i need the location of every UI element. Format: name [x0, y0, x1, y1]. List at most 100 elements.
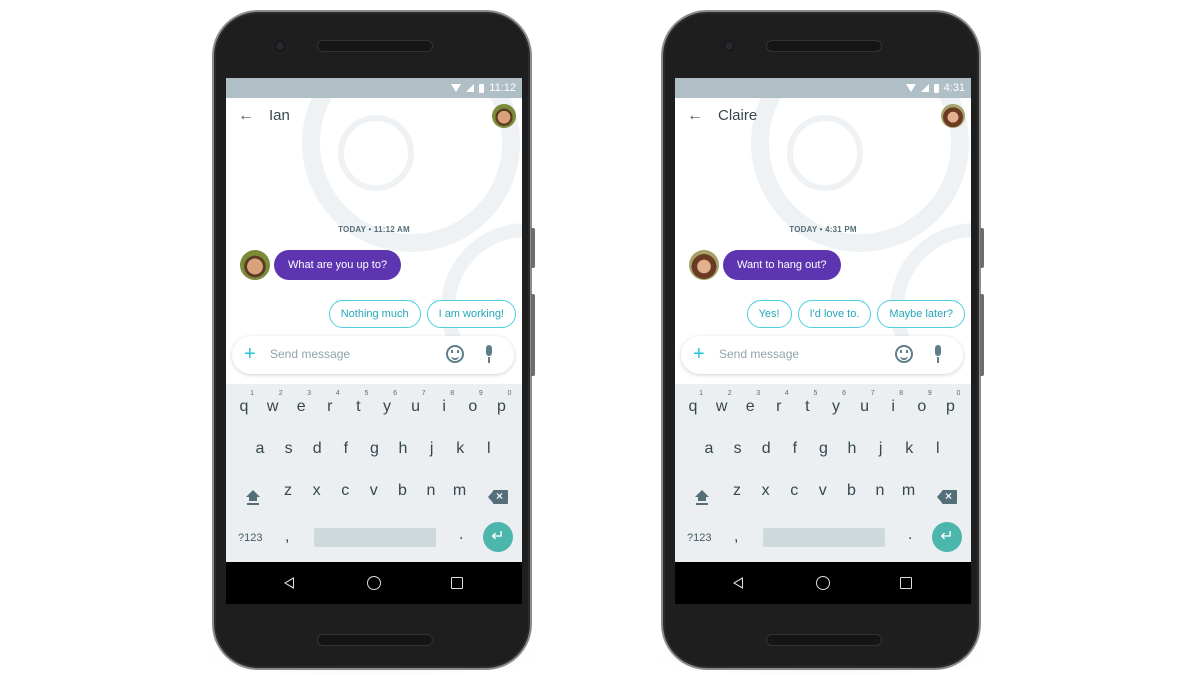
symbols-key[interactable]: ?123 — [687, 532, 711, 544]
navigation-bar — [675, 562, 971, 604]
key[interactable]: d — [304, 440, 330, 458]
key[interactable]: e3 — [737, 390, 763, 416]
key[interactable]: y6 — [823, 390, 849, 416]
key[interactable]: f — [782, 440, 808, 458]
key[interactable]: x — [304, 482, 330, 500]
key[interactable]: w2 — [260, 390, 286, 416]
key[interactable]: g — [361, 440, 387, 458]
key[interactable]: g — [810, 440, 836, 458]
key[interactable]: z — [275, 482, 301, 500]
power-button[interactable] — [980, 228, 984, 268]
key[interactable]: c — [332, 482, 358, 500]
smart-reply-chip[interactable]: Nothing much — [328, 300, 421, 328]
key-number-hint: 0 — [956, 390, 961, 397]
key[interactable]: l — [925, 440, 951, 458]
phone-body: 4:31 ← Claire TODAY • 4:31 PM Want to ha… — [661, 10, 984, 670]
key[interactable]: f — [333, 440, 359, 458]
nav-back-icon[interactable] — [284, 577, 294, 589]
key[interactable]: v — [361, 482, 387, 500]
front-camera — [725, 42, 733, 50]
key[interactable]: n — [418, 482, 444, 500]
key[interactable]: o9 — [460, 390, 486, 416]
key[interactable]: l — [476, 440, 502, 458]
space-key[interactable] — [314, 528, 436, 547]
key[interactable]: z — [724, 482, 750, 500]
key[interactable]: s — [276, 440, 302, 458]
smart-reply-chip[interactable]: Maybe later? — [877, 300, 965, 328]
key[interactable]: r4 — [317, 390, 343, 416]
key[interactable]: i8 — [431, 390, 457, 416]
key[interactable]: d — [753, 440, 779, 458]
key[interactable]: b — [389, 482, 415, 500]
key[interactable]: y6 — [374, 390, 400, 416]
key[interactable]: q1 — [680, 390, 706, 416]
volume-button[interactable] — [531, 294, 535, 376]
comma-key[interactable]: , — [285, 528, 289, 546]
microphone-icon[interactable] — [933, 345, 943, 365]
key[interactable]: b — [838, 482, 864, 500]
nav-recents-icon[interactable] — [451, 577, 463, 589]
nav-recents-icon[interactable] — [900, 577, 912, 589]
enter-key-icon[interactable]: ↵ — [932, 522, 962, 552]
key[interactable]: c — [781, 482, 807, 500]
key[interactable]: o9 — [909, 390, 935, 416]
message-input[interactable]: Send message — [719, 347, 799, 361]
backspace-key-icon[interactable]: × — [937, 489, 957, 504]
shift-key-icon[interactable] — [695, 490, 709, 505]
add-attachment-icon[interactable]: + — [244, 344, 256, 364]
key[interactable]: m — [896, 482, 922, 500]
key[interactable]: n — [867, 482, 893, 500]
emoji-icon[interactable] — [446, 345, 464, 363]
key[interactable]: t5 — [345, 390, 371, 416]
back-arrow-icon[interactable]: ← — [687, 106, 707, 126]
contact-avatar[interactable] — [492, 104, 516, 128]
back-arrow-icon[interactable]: ← — [238, 106, 258, 126]
key[interactable]: x — [753, 482, 779, 500]
key[interactable]: r4 — [766, 390, 792, 416]
period-key[interactable]: . — [459, 526, 463, 544]
comma-key[interactable]: , — [734, 528, 738, 546]
period-key[interactable]: . — [908, 526, 912, 544]
key[interactable]: h — [390, 440, 416, 458]
emoji-icon[interactable] — [895, 345, 913, 363]
volume-button[interactable] — [980, 294, 984, 376]
shift-key-icon[interactable] — [246, 490, 260, 505]
key[interactable]: v — [810, 482, 836, 500]
smart-reply-chip[interactable]: I am working! — [426, 300, 516, 328]
microphone-icon[interactable] — [484, 345, 494, 365]
nav-back-icon[interactable] — [733, 577, 743, 589]
backspace-key-icon[interactable]: × — [488, 489, 508, 504]
keyboard-row-2: asdfghjkl — [226, 440, 522, 470]
key[interactable]: k — [447, 440, 473, 458]
power-button[interactable] — [531, 228, 535, 268]
key[interactable]: m — [447, 482, 473, 500]
space-key[interactable] — [763, 528, 885, 547]
message-input[interactable]: Send message — [270, 347, 350, 361]
contact-avatar[interactable] — [941, 104, 965, 128]
key[interactable]: h — [839, 440, 865, 458]
enter-key-icon[interactable]: ↵ — [483, 522, 513, 552]
key[interactable]: a — [696, 440, 722, 458]
key[interactable]: q1 — [231, 390, 257, 416]
nav-home-icon[interactable] — [367, 576, 381, 590]
nav-home-icon[interactable] — [816, 576, 830, 590]
key[interactable]: j — [868, 440, 894, 458]
key[interactable]: e3 — [288, 390, 314, 416]
key[interactable]: i8 — [880, 390, 906, 416]
smart-reply-chip[interactable]: Yes! — [746, 300, 792, 328]
smart-reply-chip[interactable]: I'd love to. — [797, 300, 872, 328]
key[interactable]: a — [247, 440, 273, 458]
key[interactable]: u7 — [403, 390, 429, 416]
key[interactable]: s — [725, 440, 751, 458]
key[interactable]: k — [896, 440, 922, 458]
add-attachment-icon[interactable]: + — [693, 344, 705, 364]
status-bar: 4:31 — [675, 78, 971, 98]
key[interactable]: p0 — [937, 390, 963, 416]
symbols-key[interactable]: ?123 — [238, 532, 262, 544]
key[interactable]: u7 — [852, 390, 878, 416]
key-number-hint: 4 — [784, 390, 789, 397]
key[interactable]: j — [419, 440, 445, 458]
key[interactable]: t5 — [794, 390, 820, 416]
key[interactable]: w2 — [709, 390, 735, 416]
key[interactable]: p0 — [488, 390, 514, 416]
